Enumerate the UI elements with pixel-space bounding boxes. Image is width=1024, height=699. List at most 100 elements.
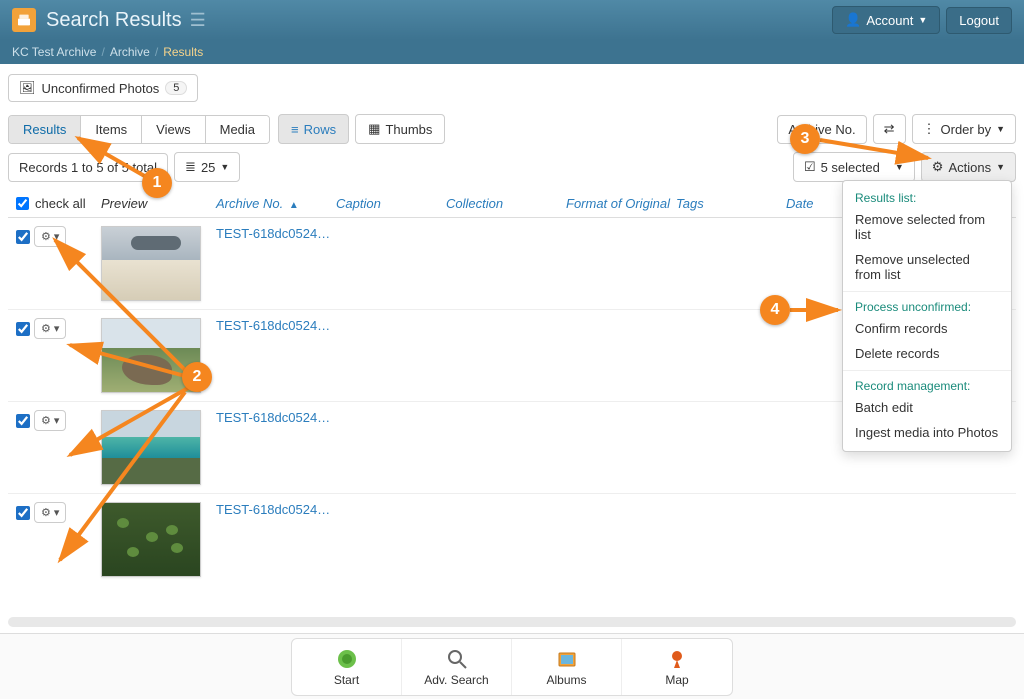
- row-gear-button[interactable]: ⚙▾: [34, 318, 66, 339]
- column-caption[interactable]: Caption: [336, 196, 446, 211]
- column-archive-no-label: Archive No.: [216, 196, 283, 211]
- list-icon: ≣: [185, 159, 196, 175]
- tab-views[interactable]: Views: [142, 116, 205, 143]
- thumbnail-image[interactable]: [101, 410, 201, 485]
- dropdown-item-delete[interactable]: Delete records: [843, 341, 1011, 366]
- row-checkbox[interactable]: [16, 506, 30, 520]
- thumbnail-image[interactable]: [101, 502, 201, 577]
- shuffle-button[interactable]: ⇄: [873, 114, 906, 144]
- gear-icon: ⚙: [41, 230, 51, 243]
- row-gear-button[interactable]: ⚙▾: [34, 410, 66, 431]
- dock-map-label: Map: [665, 673, 688, 687]
- page-size-button[interactable]: ≣ 25 ▼: [174, 152, 240, 182]
- thumbnail-image[interactable]: [101, 226, 201, 301]
- breadcrumb-mid[interactable]: Archive: [110, 45, 150, 59]
- dropdown-item-batch-edit[interactable]: Batch edit: [843, 395, 1011, 420]
- column-format[interactable]: Format of Original: [566, 196, 676, 211]
- row-archive-link[interactable]: TEST-618dc0524…: [216, 318, 336, 333]
- order-by-label: Order by: [941, 122, 992, 137]
- breadcrumb: KC Test Archive / Archive / Results: [0, 40, 1024, 64]
- column-check-all[interactable]: check all: [16, 196, 101, 211]
- dropdown-item-remove-unselected[interactable]: Remove unselected from list: [843, 247, 1011, 287]
- page-size-label: 25: [201, 160, 215, 175]
- row-checkbox[interactable]: [16, 414, 30, 428]
- breadcrumb-sep: /: [155, 45, 158, 59]
- gear-icon: ⚙: [932, 159, 944, 175]
- caret-down-icon: ▼: [996, 124, 1005, 134]
- caret-down-icon: ▾: [54, 506, 60, 519]
- dock-adv-search-button[interactable]: Adv. Search: [402, 639, 512, 695]
- search-icon: [445, 647, 469, 671]
- result-tabs: Results Items Views Media: [8, 115, 270, 144]
- sort-icon: ⋮: [923, 121, 936, 137]
- check-all-checkbox[interactable]: [16, 197, 29, 210]
- actions-dropdown: Results list: Remove selected from list …: [842, 180, 1012, 452]
- horizontal-scrollbar[interactable]: [8, 617, 1016, 627]
- dock-start-label: Start: [334, 673, 359, 687]
- breadcrumb-sep: /: [101, 45, 104, 59]
- annotation-marker-3: 3: [790, 124, 820, 154]
- row-archive-link[interactable]: TEST-618dc0524…: [216, 226, 336, 241]
- view-mode-group: ≡ Rows ▦ Thumbs: [278, 114, 445, 144]
- rows-icon: ≡: [291, 122, 299, 137]
- breadcrumb-root[interactable]: KC Test Archive: [12, 45, 96, 59]
- caret-down-icon: ▾: [54, 230, 60, 243]
- account-menu-button[interactable]: 👤 Account ▼: [832, 6, 940, 34]
- actions-label: Actions: [948, 160, 991, 175]
- view-rows-button[interactable]: ≡ Rows: [278, 114, 349, 144]
- filter-tab-unconfirmed[interactable]: 🖼 Unconfirmed Photos 5: [8, 74, 198, 102]
- gear-icon: ⚙: [41, 414, 51, 427]
- records-range-label: Records 1 to 5 of 5 total: [19, 160, 157, 175]
- caret-down-icon: ▾: [54, 322, 60, 335]
- toolbar-row-1: Results Items Views Media ≡ Rows ▦ Thumb…: [8, 114, 1016, 144]
- logout-button[interactable]: Logout: [946, 7, 1012, 34]
- row-checkbox[interactable]: [16, 322, 30, 336]
- column-tags[interactable]: Tags: [676, 196, 786, 211]
- row-gear-button[interactable]: ⚙▾: [34, 226, 66, 247]
- dropdown-item-remove-selected[interactable]: Remove selected from list: [843, 207, 1011, 247]
- annotation-marker-2: 2: [182, 362, 212, 392]
- gear-icon: ⚙: [41, 322, 51, 335]
- tab-media[interactable]: Media: [206, 116, 269, 143]
- row-archive-link[interactable]: TEST-618dc0524…: [216, 410, 336, 425]
- check-all-label: check all: [35, 196, 86, 211]
- dock-albums-button[interactable]: Albums: [512, 639, 622, 695]
- app-logo-icon: [12, 8, 36, 32]
- order-by-button[interactable]: ⋮ Order by ▼: [912, 114, 1017, 144]
- row-checkbox[interactable]: [16, 230, 30, 244]
- tab-items[interactable]: Items: [81, 116, 142, 143]
- dropdown-item-ingest[interactable]: Ingest media into Photos: [843, 420, 1011, 445]
- selected-count-button[interactable]: ☑ 5 selected ▼: [793, 152, 915, 182]
- top-navbar: Search Results ☰ 👤 Account ▼ Logout: [0, 0, 1024, 40]
- gear-icon: ⚙: [41, 506, 51, 519]
- column-collection[interactable]: Collection: [446, 196, 566, 211]
- shuffle-icon: ⇄: [884, 121, 895, 137]
- albums-icon: [555, 647, 579, 671]
- logout-label: Logout: [959, 13, 999, 28]
- annotation-marker-4: 4: [760, 295, 790, 325]
- row-gear-button[interactable]: ⚙▾: [34, 502, 66, 523]
- dock-adv-label: Adv. Search: [424, 673, 488, 687]
- breadcrumb-current: Results: [163, 45, 203, 59]
- row-archive-link[interactable]: TEST-618dc0524…: [216, 502, 336, 517]
- view-thumbs-button[interactable]: ▦ Thumbs: [355, 114, 445, 144]
- tab-results[interactable]: Results: [9, 116, 81, 143]
- filter-tab-label: Unconfirmed Photos: [42, 81, 160, 96]
- account-label: Account: [866, 13, 913, 28]
- actions-button[interactable]: ⚙ Actions ▼: [921, 152, 1016, 182]
- hamburger-icon[interactable]: ☰: [190, 10, 206, 31]
- dropdown-group-title: Process unconfirmed:: [843, 296, 1011, 316]
- dropdown-group-title: Results list:: [843, 187, 1011, 207]
- image-icon: 🖼: [19, 80, 36, 96]
- start-icon: [335, 647, 359, 671]
- dock-map-button[interactable]: Map: [622, 639, 732, 695]
- filter-tab-count: 5: [165, 81, 187, 95]
- dock-start-button[interactable]: Start: [292, 639, 402, 695]
- dropdown-group-title: Record management:: [843, 375, 1011, 395]
- dropdown-item-confirm[interactable]: Confirm records: [843, 316, 1011, 341]
- table-row[interactable]: ⚙▾ TEST-618dc0524…: [8, 494, 1016, 585]
- selected-count-label: 5 selected: [821, 160, 880, 175]
- map-pin-icon: [665, 647, 689, 671]
- column-archive-no[interactable]: Archive No. ▲: [216, 196, 336, 211]
- caret-down-icon: ▼: [996, 162, 1005, 172]
